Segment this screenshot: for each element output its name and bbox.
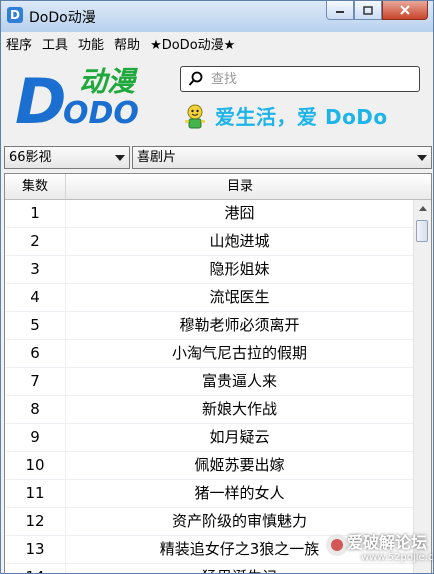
window-title: DoDo动漫 [29, 10, 96, 26]
episode-number: 7 [5, 368, 66, 395]
column-header-title[interactable]: 目录 [66, 174, 414, 199]
selectors: 66影视 喜剧片 [1, 146, 433, 170]
table-body: 1 港囧 2 山炮进城 3 隐形姐妹 4 流氓医生 5 穆勒老师必须离开 6 小淘气尼古拉的假期 7 富贵… [5, 200, 413, 573]
chevron-down-icon [115, 155, 125, 161]
header: D ODO 动漫 爱生活，爱 DoDo [1, 54, 433, 142]
episode-title: 如月疑云 [209, 428, 270, 446]
svg-text:ODO: ODO [63, 96, 139, 131]
table-row[interactable]: 7 富贵逼人来 [5, 368, 413, 396]
menu-bar: 程序 工具 功能 帮助 ★DoDo动漫★ [1, 32, 433, 54]
maximize-icon [363, 5, 373, 15]
chevron-down-icon [417, 155, 427, 161]
table-row[interactable]: 8 新娘大作战 [5, 396, 413, 424]
app-icon: D [7, 7, 23, 23]
slogan-text: 爱生活，爱 DoDo [215, 105, 388, 129]
episode-number: 6 [5, 340, 66, 367]
vertical-scrollbar[interactable] [413, 200, 431, 573]
search-icon[interactable] [188, 71, 204, 87]
minimize-icon [336, 11, 344, 13]
maximize-button[interactable] [354, 1, 382, 20]
episode-number: 5 [5, 312, 66, 339]
menu-help[interactable]: 帮助 [109, 34, 145, 53]
minimize-button[interactable] [326, 1, 354, 20]
category-select-value: 喜剧片 [137, 150, 177, 165]
scroll-up-button[interactable] [414, 200, 431, 217]
episode-title: 穆勒老师必须离开 [179, 316, 300, 334]
episode-number: 12 [5, 508, 66, 535]
close-button[interactable] [382, 1, 428, 20]
window-controls [326, 1, 428, 21]
chevron-up-icon [418, 206, 427, 211]
episode-title: 山炮进城 [209, 232, 270, 250]
episode-title: 隐形姐妹 [209, 260, 270, 278]
logo-subtext: 动漫 [79, 65, 138, 98]
source-select-value: 66影视 [9, 150, 52, 165]
episode-title: 新娘大作战 [201, 400, 277, 418]
episode-number: 3 [5, 256, 66, 283]
episode-title: 小淘气尼古拉的假期 [171, 344, 307, 362]
table-row[interactable]: 5 穆勒老师必须离开 [5, 312, 413, 340]
episode-title: 佩姬苏要出嫁 [194, 456, 285, 474]
episode-table: 集数 目录 1 港囧 2 山炮进城 3 隐形姐妹 4 流氓医生 5 穆勒老师必须离开 6 小淘气尼古拉… [4, 173, 432, 573]
table-row[interactable]: 6 小淘气尼古拉的假期 [5, 340, 413, 368]
table-row[interactable]: 1 港囧 [5, 200, 413, 228]
episode-number: 1 [5, 200, 66, 227]
episode-number: 9 [5, 424, 66, 451]
title-bar[interactable]: D DoDo动漫 [1, 1, 433, 32]
menu-tools[interactable]: 工具 [37, 34, 73, 53]
table-row[interactable]: 3 隐形姐妹 [5, 256, 413, 284]
episode-title: 猪一样的女人 [194, 484, 285, 502]
dodo-logo: D ODO 动漫 [15, 65, 139, 137]
search-input[interactable] [211, 70, 411, 88]
category-select[interactable]: 喜剧片 [132, 146, 432, 169]
table-row[interactable]: 9 如月疑云 [5, 424, 413, 452]
watermark-text: 爱破解论坛 [347, 533, 428, 552]
episode-number: 14 [5, 564, 66, 573]
table-row[interactable]: 10 佩姬苏要出嫁 [5, 452, 413, 480]
episode-number: 8 [5, 396, 66, 423]
episode-number: 11 [5, 480, 66, 507]
episode-number: 4 [5, 284, 66, 311]
mascot-icon [185, 104, 205, 129]
watermark-url: www.52pojie.cn [361, 552, 434, 563]
episode-number: 2 [5, 228, 66, 255]
menu-functions[interactable]: 功能 [73, 34, 109, 53]
episode-number: 13 [5, 536, 66, 563]
episode-title: 港囧 [224, 204, 255, 222]
episode-title: 富贵逼人来 [201, 372, 277, 390]
app-window: D DoDo动漫 程序 工具 功能 帮助 ★DoDo动漫★ D ODO 动漫 查… [0, 0, 434, 574]
episode-title: 流氓医生 [209, 288, 270, 306]
table-row[interactable]: 11 猪一样的女人 [5, 480, 413, 508]
scroll-thumb[interactable] [416, 220, 428, 242]
search-box [180, 66, 420, 92]
table-header: 集数 目录 [5, 174, 431, 200]
column-header-episode[interactable]: 集数 [5, 174, 66, 199]
close-icon [400, 5, 410, 15]
menu-dodo[interactable]: ★DoDo动漫★ [145, 34, 240, 53]
table-row[interactable]: 4 流氓医生 [5, 284, 413, 312]
episode-number: 10 [5, 452, 66, 479]
table-row[interactable]: 2 山炮进城 [5, 228, 413, 256]
svg-text:D: D [15, 65, 66, 137]
menu-program[interactable]: 程序 [1, 34, 37, 53]
source-select[interactable]: 66影视 [4, 146, 130, 169]
